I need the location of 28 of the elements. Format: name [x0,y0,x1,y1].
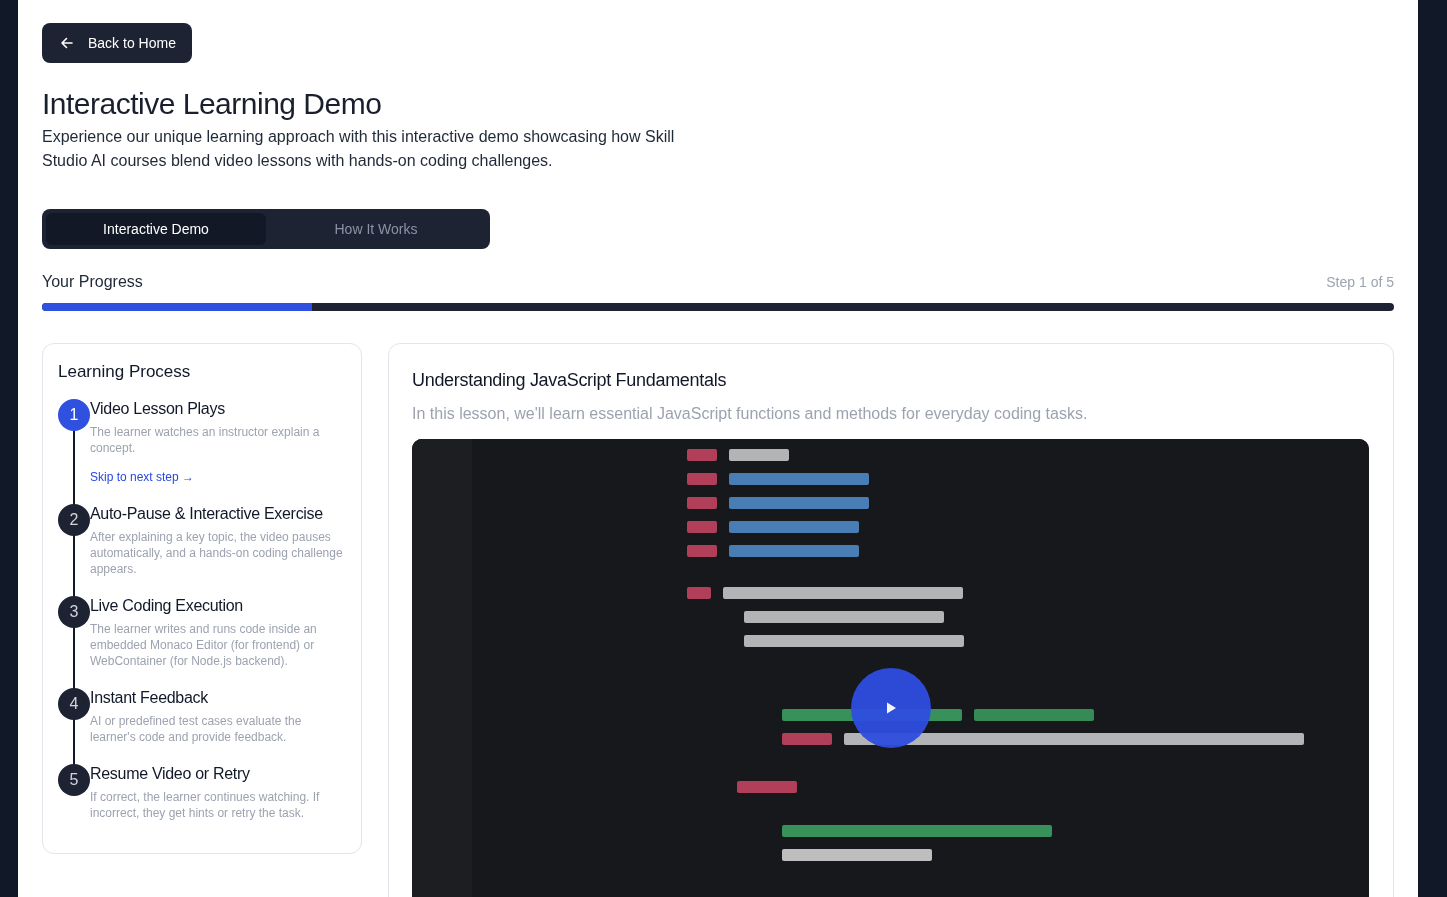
step-number: 5 [58,764,90,796]
step-counter: Step 1 of 5 [1326,274,1394,290]
play-icon [884,701,898,715]
step-description: If correct, the learner continues watching. If incorrect, they get hints or retry the task. [90,789,321,821]
lesson-description: In this lesson, we'll learn essential JavaScript functions and methods for everyday coding tasks. [412,405,1089,423]
step-description: AI or predefined test cases evaluate the learner's code and provide feedback. [90,713,303,745]
step-title: Auto-Pause & Interactive Exercise [90,505,324,523]
skip-link[interactable]: Skip to next step → [90,470,195,484]
tab[interactable]: How It Works [266,213,486,245]
progress-label: Your Progress [42,273,143,291]
lesson-title: Understanding JavaScript Fundamentals [412,370,728,391]
step-number: 4 [58,688,90,720]
step-description: After explaining a key topic, the video pauses automatically, and a hands-on coding challenge appears. [90,529,344,577]
back-button[interactable]: Back to Home [42,23,192,63]
step-description: The learner writes and runs code inside an embedded Monaco Editor (for frontend) or WebContainer (for Node.js backend). [90,621,318,669]
card-title: Learning Process [58,362,192,382]
step-description: The learner watches an instructor explain a concept. [90,424,321,456]
step-number: 1 [58,399,90,431]
intro-text: Experience our unique learning approach with this interactive demo showcasing how Skill Studio AI courses blend video lessons with hands-on coding challenges. [42,127,676,171]
tab[interactable]: Interactive Demo [46,213,266,245]
step-number: 2 [58,504,90,536]
step-title: Video Lesson Plays [90,400,226,418]
step-title: Resume Video or Retry [90,765,251,783]
page-title: Interactive Learning Demo [42,87,383,121]
step-number: 3 [58,596,90,628]
back-arrow-icon [60,36,74,50]
step-title: Instant Feedback [90,689,209,707]
step-title: Live Coding Execution [90,597,244,615]
